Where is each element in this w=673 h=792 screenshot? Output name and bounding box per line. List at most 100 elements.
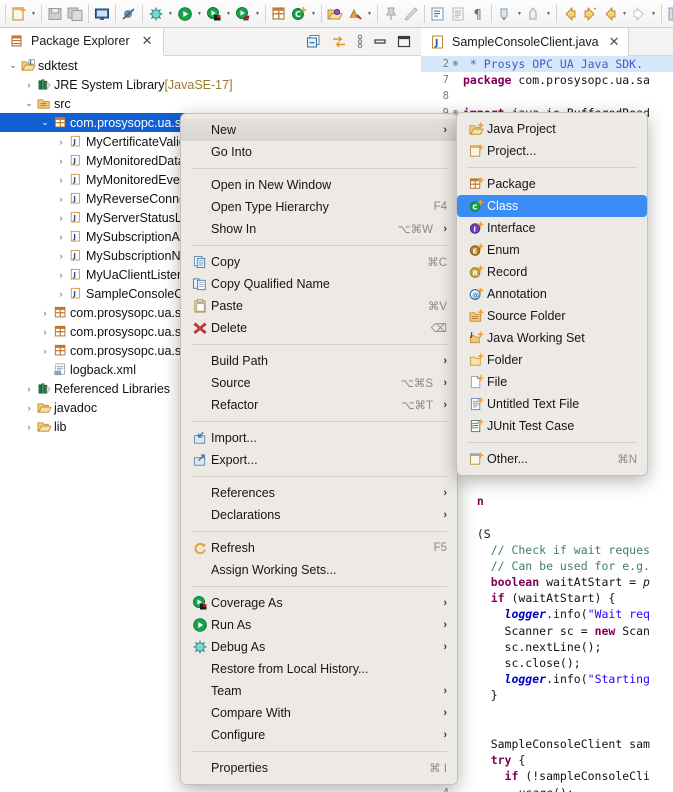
context-menu[interactable]: New›Go IntoOpen in New WindowOpen Type H… — [180, 113, 458, 785]
menu-item[interactable]: CClass — [457, 195, 647, 217]
menu-item[interactable]: Refactor⌥⌘T› — [181, 394, 457, 416]
dropdown-arrow-icon[interactable] — [649, 3, 658, 25]
menu-item[interactable]: Copy⌘C — [181, 251, 457, 273]
minimize-icon[interactable] — [373, 36, 387, 48]
collapse-all-icon[interactable] — [306, 34, 321, 49]
menu-item[interactable]: Package — [457, 173, 647, 195]
pin-editor-icon[interactable] — [381, 3, 401, 25]
open-console-icon[interactable] — [92, 3, 112, 25]
new-package-icon[interactable] — [269, 3, 289, 25]
tree-item[interactable]: ›JRE System Library [JavaSE-17] — [0, 75, 421, 94]
chevron-right-icon[interactable]: › — [22, 80, 36, 90]
menu-item[interactable]: JUnit Test Case — [457, 415, 647, 437]
menu-item[interactable]: RefreshF5 — [181, 537, 457, 559]
pilcrow-icon[interactable]: ¶ — [468, 3, 488, 25]
profile-icon[interactable] — [233, 3, 253, 25]
chevron-right-icon[interactable]: › — [54, 232, 68, 242]
menu-item[interactable]: Project... — [457, 140, 647, 162]
menu-item[interactable]: Run As› — [181, 614, 457, 636]
menu-item[interactable]: Properties⌘ I — [181, 757, 457, 779]
view-menu-icon[interactable] — [357, 34, 363, 49]
menu-item[interactable]: Import... — [181, 427, 457, 449]
menu-item[interactable]: Coverage As› — [181, 592, 457, 614]
dropdown-arrow-icon[interactable] — [224, 3, 233, 25]
save-all-icon[interactable] — [65, 3, 85, 25]
chevron-right-icon[interactable]: › — [54, 213, 68, 223]
menu-item[interactable]: IInterface — [457, 217, 647, 239]
menu-item[interactable]: EEnum — [457, 239, 647, 261]
chevron-right-icon[interactable]: › — [54, 289, 68, 299]
chevron-right-icon[interactable]: › — [38, 327, 52, 337]
dropdown-arrow-icon[interactable] — [195, 3, 204, 25]
menu-item[interactable]: Open in New Window — [181, 174, 457, 196]
new-wizard-icon[interactable] — [9, 3, 29, 25]
menu-item[interactable]: Folder — [457, 349, 647, 371]
chevron-right-icon[interactable]: › — [54, 156, 68, 166]
previous-annotation-icon[interactable] — [524, 3, 544, 25]
menu-item[interactable]: Restore from Local History... — [181, 658, 457, 680]
chevron-right-icon[interactable]: › — [22, 384, 36, 394]
chevron-right-icon[interactable]: › — [38, 308, 52, 318]
maximize-icon[interactable] — [397, 35, 411, 48]
tree-item[interactable]: ⌄Jsdktest — [0, 56, 421, 75]
chevron-right-icon[interactable]: › — [38, 346, 52, 356]
chevron-right-icon[interactable]: › — [54, 175, 68, 185]
menu-item[interactable]: Assign Working Sets... — [181, 559, 457, 581]
chevron-down-icon[interactable]: ⌄ — [38, 117, 52, 128]
dropdown-arrow-icon[interactable] — [253, 3, 262, 25]
menu-item[interactable]: Delete⌫ — [181, 317, 457, 339]
menu-item[interactable]: Declarations› — [181, 504, 457, 526]
chevron-right-icon[interactable]: › — [54, 251, 68, 261]
back-history-icon[interactable] — [560, 3, 580, 25]
close-icon[interactable]: ✕ — [609, 34, 620, 50]
skip-breakpoints-icon[interactable] — [119, 3, 139, 25]
perspective-icon[interactable] — [665, 3, 673, 25]
save-icon[interactable] — [45, 3, 65, 25]
chevron-right-icon[interactable]: › — [22, 403, 36, 413]
new-submenu[interactable]: Java ProjectProject... PackageCClassIInte… — [456, 112, 648, 476]
dropdown-arrow-icon[interactable] — [620, 3, 629, 25]
dropdown-arrow-icon[interactable] — [166, 3, 175, 25]
chevron-right-icon[interactable]: › — [54, 137, 68, 147]
chevron-right-icon[interactable]: › — [22, 422, 36, 432]
chevron-down-icon[interactable]: ⌄ — [6, 60, 20, 71]
chevron-right-icon[interactable]: › — [54, 270, 68, 280]
ruler-icon[interactable] — [401, 3, 421, 25]
dropdown-arrow-icon[interactable] — [365, 3, 374, 25]
menu-item[interactable]: Open Type HierarchyF4 — [181, 196, 457, 218]
menu-item[interactable]: Java Project — [457, 118, 647, 140]
menu-item[interactable]: Team› — [181, 680, 457, 702]
forward-history-icon[interactable] — [580, 3, 600, 25]
search-icon[interactable] — [345, 3, 365, 25]
menu-item[interactable]: @Annotation — [457, 283, 647, 305]
open-type-icon[interactable] — [325, 3, 345, 25]
menu-item[interactable]: References› — [181, 482, 457, 504]
menu-item[interactable]: File — [457, 371, 647, 393]
show-whitespace-icon[interactable] — [448, 3, 468, 25]
run-icon[interactable] — [175, 3, 195, 25]
tree-item[interactable]: ⌄src — [0, 94, 421, 113]
menu-item[interactable]: RRecord — [457, 261, 647, 283]
toggle-block-selection-icon[interactable] — [428, 3, 448, 25]
chevron-right-icon[interactable]: › — [54, 194, 68, 204]
forward-nav-icon[interactable] — [629, 3, 649, 25]
new-class-icon[interactable]: C — [289, 3, 309, 25]
menu-item[interactable]: JJava Working Set — [457, 327, 647, 349]
dropdown-arrow-icon[interactable] — [515, 3, 524, 25]
dropdown-arrow-icon[interactable] — [29, 3, 38, 25]
menu-item[interactable]: Other...⌘N — [457, 448, 647, 470]
tab-sample-console-client[interactable]: J SampleConsoleClient.java ✕ — [421, 28, 629, 56]
fold-marker[interactable]: ⊕ — [451, 59, 460, 69]
dropdown-arrow-icon[interactable] — [544, 3, 553, 25]
coverage-icon[interactable] — [204, 3, 224, 25]
chevron-down-icon[interactable]: ⌄ — [22, 98, 36, 109]
menu-item[interactable]: Source⌥⌘S› — [181, 372, 457, 394]
next-annotation-icon[interactable] — [495, 3, 515, 25]
menu-item[interactable]: Go Into — [181, 141, 457, 163]
close-icon[interactable]: ✕ — [142, 33, 153, 49]
menu-item[interactable]: Compare With› — [181, 702, 457, 724]
menu-item[interactable]: Show In⌥⌘W› — [181, 218, 457, 240]
menu-item[interactable]: Configure› — [181, 724, 457, 746]
menu-item[interactable]: Build Path› — [181, 350, 457, 372]
menu-item[interactable]: Copy Qualified Name — [181, 273, 457, 295]
